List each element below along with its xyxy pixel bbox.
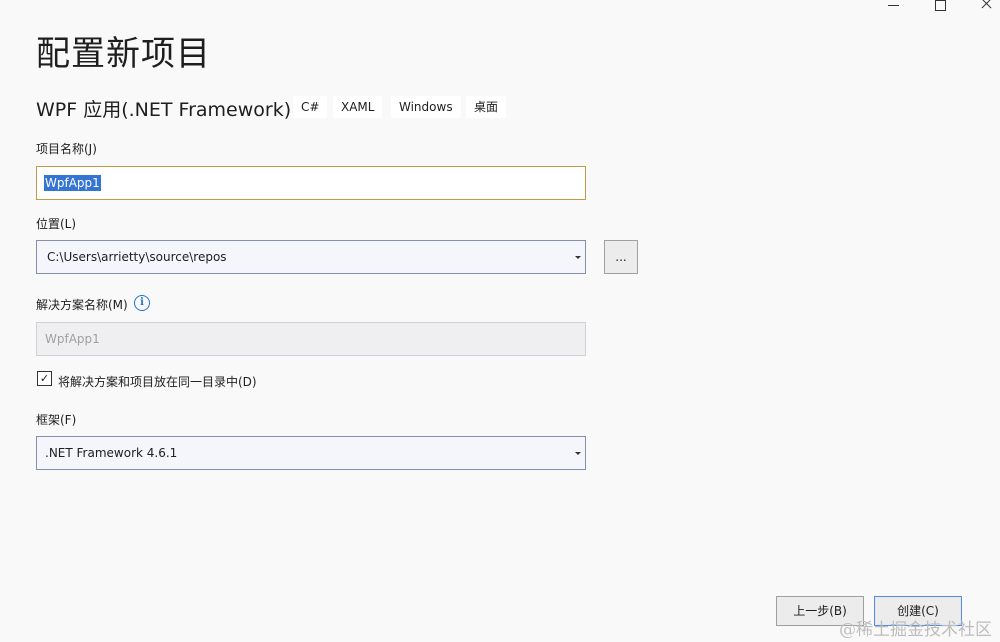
chevron-down-icon[interactable] bbox=[575, 452, 581, 455]
watermark: @稀土掘金技术社区 bbox=[839, 620, 992, 640]
project-name-label: 项目名称(J) bbox=[36, 142, 97, 156]
maximize-icon bbox=[934, 0, 946, 11]
solution-name-input: WpfApp1 bbox=[36, 322, 586, 356]
tag-type: 桌面 bbox=[466, 96, 507, 118]
framework-value: .NET Framework 4.6.1 bbox=[45, 446, 178, 460]
framework-select[interactable]: .NET Framework 4.6.1 bbox=[36, 436, 586, 470]
location-label: 位置(L) bbox=[36, 217, 77, 231]
close-button[interactable] bbox=[970, 0, 1000, 14]
tag-markup: XAML bbox=[333, 96, 383, 118]
location-value: C:\Users\arrietty\source\repos bbox=[47, 250, 227, 264]
minimize-button[interactable] bbox=[876, 0, 910, 14]
minimize-icon bbox=[887, 5, 899, 6]
template-name: WPF 应用(.NET Framework) bbox=[36, 99, 292, 121]
solution-name-label: 解决方案名称(M) bbox=[36, 298, 128, 312]
solution-name-value: WpfApp1 bbox=[45, 332, 100, 346]
maximize-button[interactable] bbox=[923, 0, 957, 14]
tag-language: C# bbox=[293, 96, 328, 118]
project-name-input[interactable]: WpfApp1 bbox=[36, 166, 586, 200]
project-name-value: WpfApp1 bbox=[44, 175, 101, 191]
browse-button[interactable]: ... bbox=[604, 240, 638, 274]
info-icon[interactable]: i bbox=[134, 295, 150, 311]
tag-platform: Windows bbox=[391, 96, 461, 118]
page-title: 配置新项目 bbox=[36, 34, 211, 74]
same-directory-checkbox[interactable]: ✓ bbox=[37, 371, 52, 386]
location-combobox[interactable]: C:\Users\arrietty\source\repos bbox=[36, 240, 586, 274]
same-directory-label[interactable]: 将解决方案和项目放在同一目录中(D) bbox=[58, 373, 257, 390]
chevron-down-icon[interactable] bbox=[575, 256, 581, 259]
close-icon bbox=[981, 0, 993, 12]
framework-label: 框架(F) bbox=[36, 413, 77, 427]
